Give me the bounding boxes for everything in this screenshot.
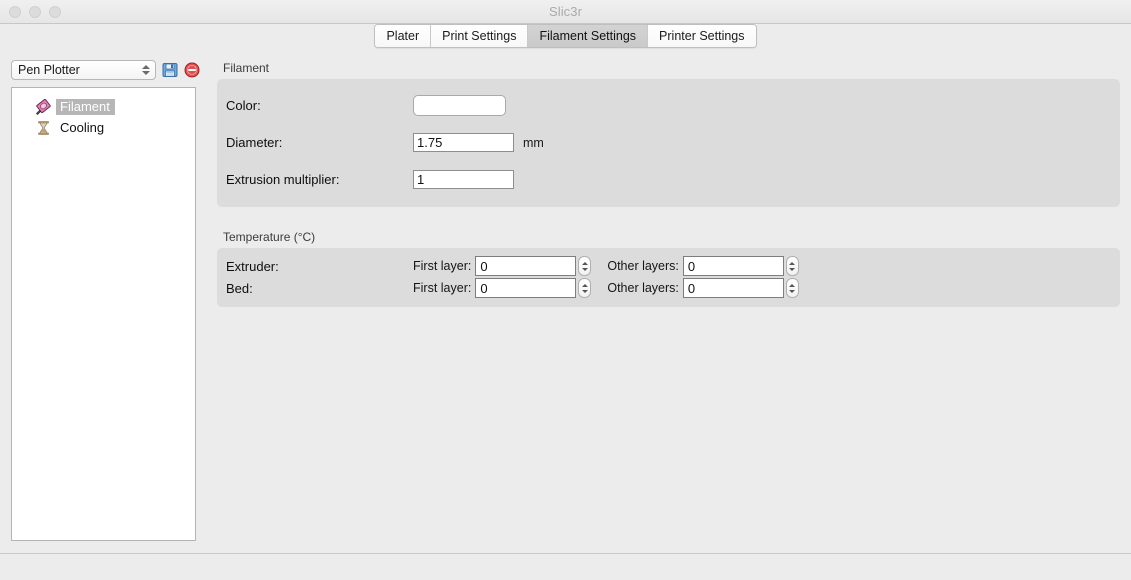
color-picker-button[interactable]	[413, 95, 506, 116]
floppy-disk-save-icon[interactable]	[162, 62, 178, 78]
close-button[interactable]	[9, 5, 21, 18]
extruder-other-layers-input[interactable]: 0	[682, 256, 784, 276]
color-row: Color:	[217, 87, 1120, 124]
extruder-row: Extruder: First layer: 0 Other layers: 0	[217, 255, 1120, 277]
title-bar: Slic3r	[0, 0, 1131, 24]
settings-content: Filament Color: Diameter: 1.75 mm Extrus…	[200, 53, 1131, 553]
tab-group: Plater Print Settings Filament Settings …	[374, 24, 757, 48]
main-body: Pen Plotter Filament Cooling Filament Co…	[0, 53, 1131, 553]
diameter-unit: mm	[523, 135, 544, 150]
extruder-first-layer-label: First layer:	[413, 259, 472, 273]
extruder-label: Extruder:	[226, 258, 279, 274]
temperature-group-title: Temperature (°C)	[223, 230, 316, 244]
slic3r-window: Slic3r Plater Print Settings Filament Se…	[0, 0, 1131, 580]
window-title: Slic3r	[548, 4, 583, 19]
extruder-first-layer-spinner[interactable]: 0	[475, 256, 592, 276]
sidebar: Pen Plotter Filament Cooling	[0, 53, 200, 553]
tree-item-label: Cooling	[60, 119, 105, 135]
bed-first-layer-spinner[interactable]: 0	[475, 278, 592, 298]
diameter-input[interactable]: 1.75	[413, 133, 514, 152]
preset-row: Pen Plotter	[11, 59, 200, 80]
diameter-row: Diameter: 1.75 mm	[217, 124, 1120, 161]
preset-select-value: Pen Plotter	[18, 62, 80, 77]
extruder-other-layers-label: Other layers:	[607, 259, 679, 273]
preset-select[interactable]: Pen Plotter	[11, 59, 156, 80]
temperature-group: Temperature (°C) Extruder: First layer: …	[217, 230, 1120, 307]
filament-group-box: Color: Diameter: 1.75 mm Extrusion multi…	[217, 79, 1120, 207]
status-bar	[0, 553, 1131, 580]
bed-other-layers-label: Other layers:	[607, 281, 679, 295]
tree-item-label: Filament	[56, 98, 115, 115]
zoom-button[interactable]	[49, 5, 61, 18]
bed-other-layers-stepper[interactable]	[785, 278, 799, 298]
filament-group: Filament Color: Diameter: 1.75 mm Extrus…	[217, 61, 1120, 207]
delete-preset-icon[interactable]	[184, 62, 200, 78]
tab-filament-settings[interactable]: Filament Settings	[528, 25, 649, 47]
window-controls	[9, 5, 61, 18]
tree-item-cooling[interactable]: Cooling	[12, 117, 195, 138]
extruder-first-layer-stepper[interactable]	[578, 256, 592, 276]
tab-print-settings[interactable]: Print Settings	[431, 25, 529, 47]
tab-bar: Plater Print Settings Filament Settings …	[0, 24, 1131, 53]
filament-spool-icon	[34, 98, 52, 115]
bed-other-layers-spinner[interactable]: 0	[682, 278, 799, 298]
bed-row: Bed: First layer: 0 Other layers: 0	[217, 277, 1120, 299]
tree-item-filament[interactable]: Filament	[12, 96, 195, 117]
tab-printer-settings[interactable]: Printer Settings	[648, 25, 756, 47]
extruder-other-layers-stepper[interactable]	[785, 256, 799, 276]
chevron-updown-icon	[141, 61, 150, 79]
settings-tree[interactable]: Filament Cooling	[11, 87, 196, 541]
extruder-other-layers-spinner[interactable]: 0	[682, 256, 799, 276]
filament-group-title: Filament	[223, 61, 270, 75]
temperature-group-box: Extruder: First layer: 0 Other layers: 0	[217, 248, 1120, 307]
extruder-first-layer-input[interactable]: 0	[475, 256, 577, 276]
color-label: Color:	[226, 98, 261, 113]
hourglass-cooling-icon	[34, 119, 52, 136]
bed-first-layer-input[interactable]: 0	[475, 278, 577, 298]
bed-first-layer-stepper[interactable]	[578, 278, 592, 298]
bed-first-layer-label: First layer:	[413, 281, 472, 295]
diameter-label: Diameter:	[226, 135, 283, 150]
tab-plater[interactable]: Plater	[375, 25, 432, 47]
bed-other-layers-input[interactable]: 0	[682, 278, 784, 298]
extrusion-multiplier-label: Extrusion multiplier:	[226, 172, 340, 187]
extrusion-multiplier-row: Extrusion multiplier: 1	[217, 161, 1120, 198]
bed-label: Bed:	[226, 280, 253, 296]
minimize-button[interactable]	[29, 5, 41, 18]
extrusion-multiplier-input[interactable]: 1	[413, 170, 514, 189]
